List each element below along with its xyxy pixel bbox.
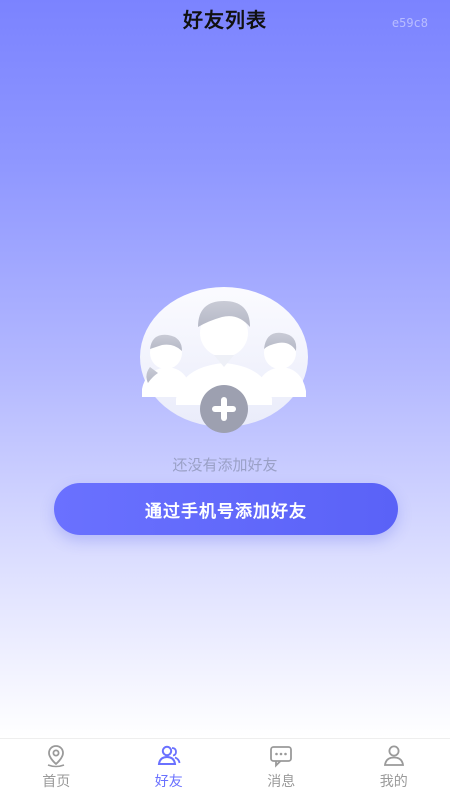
user-icon (381, 743, 407, 769)
friends-screen: 好友列表 e59c8 还没有添加好友 (0, 0, 450, 738)
tab-messages[interactable]: 消息 (225, 739, 338, 801)
add-friend-button-label: 通过手机号添加好友 (145, 497, 307, 522)
location-pin-icon (43, 743, 69, 769)
bottom-tab-bar: 首页 好友 消息 我的 (0, 738, 450, 801)
tab-me[interactable]: 我的 (338, 739, 450, 801)
tab-friends-label: 好友 (155, 771, 183, 791)
empty-state-message: 还没有添加好友 (0, 454, 450, 475)
friends-icon (156, 743, 182, 769)
page-title: 好友列表 (0, 4, 450, 33)
tab-friends[interactable]: 好友 (113, 739, 226, 801)
watermark-text: e59c8 (392, 16, 428, 30)
tab-home-label: 首页 (42, 771, 70, 791)
add-friend-by-phone-button[interactable]: 通过手机号添加好友 (54, 483, 398, 535)
tab-me-label: 我的 (380, 771, 408, 791)
tab-home[interactable]: 首页 (0, 739, 113, 801)
message-icon (268, 743, 294, 769)
tab-messages-label: 消息 (267, 771, 295, 791)
friends-group-add-icon (138, 287, 310, 437)
